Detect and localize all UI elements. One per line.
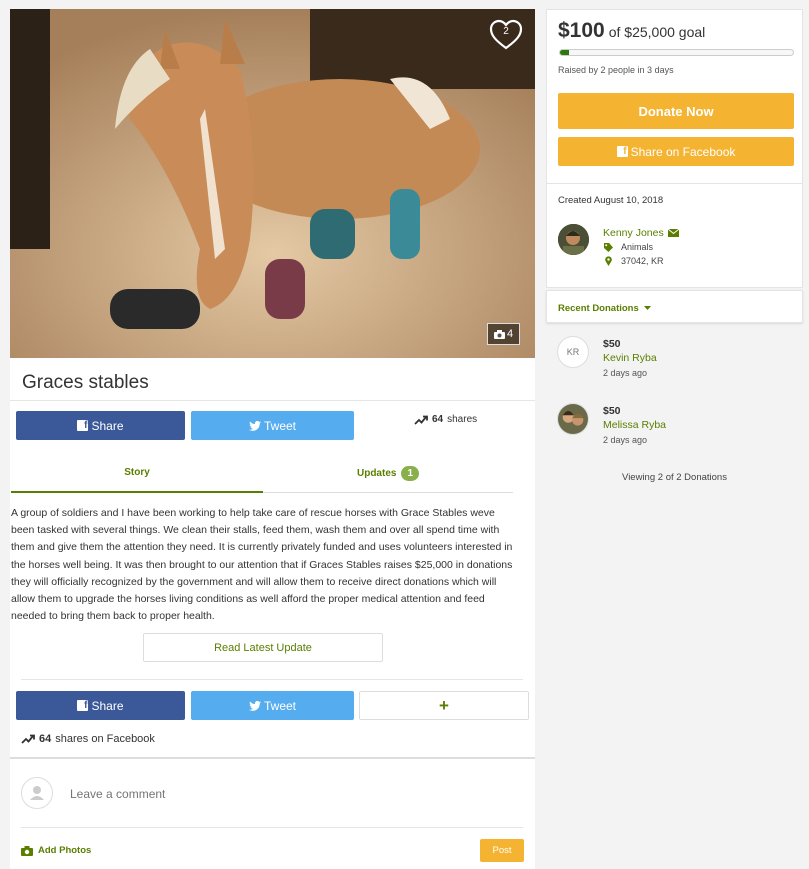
twitter-icon (248, 420, 261, 431)
share-count-suffix: shares (447, 414, 478, 425)
camera-icon (21, 845, 33, 856)
photo-count: 4 (506, 328, 514, 340)
goal-text: of $25,000 goal (608, 24, 706, 40)
organizer-avatar (558, 224, 589, 255)
donation-item: $50 Melissa Ryba 2 days ago (557, 403, 797, 447)
organizer-name-row: Kenny Jones (603, 227, 679, 239)
story-text: A group of soldiers and I have been work… (11, 507, 513, 623)
tweet-button[interactable]: Tweet (191, 411, 354, 440)
donation-amount: $50 (603, 405, 621, 417)
tab-updates-label: Updates (356, 468, 397, 479)
read-latest-update-button[interactable]: Read Latest Update (143, 633, 383, 662)
location-pin-icon (605, 256, 612, 266)
campaign-main-column: 2 4 Graces stables (10, 9, 535, 401)
photo-gallery-button[interactable]: 4 (487, 323, 520, 345)
campaign-photo[interactable]: 2 4 (10, 9, 535, 358)
story-divider (21, 679, 523, 680)
share-count-suffix: shares on Facebook (55, 733, 155, 745)
trending-icon (21, 734, 35, 744)
tag-icon (604, 242, 613, 252)
share-count-top: 64 shares (414, 414, 477, 425)
facebook-share-label: Share (91, 418, 124, 433)
organizer-category-row: Animals (604, 242, 653, 252)
donate-now-button[interactable]: Donate Now (558, 93, 794, 129)
facebook-icon: f (77, 700, 89, 711)
funding-card: $100 of $25,000 goal Raised by 2 people … (546, 9, 803, 184)
campaign-title-box: Graces stables (10, 358, 535, 401)
user-avatar (21, 777, 53, 809)
donation-amount: $50 (603, 338, 621, 350)
add-photos-button[interactable]: Add Photos (21, 845, 91, 856)
favorite-count: 2 (503, 26, 509, 37)
comment-divider (21, 827, 523, 828)
organizer-category: Animals (621, 242, 654, 252)
story-tabs: Story Updates 1 (11, 454, 513, 493)
user-placeholder-icon (30, 786, 44, 800)
funding-amount: $100 of $25,000 goal (558, 19, 705, 43)
tab-story-label: Story (124, 467, 150, 478)
tweet-label: Tweet (263, 418, 296, 433)
funding-progress-bar (559, 49, 794, 56)
facebook-share-label: Share (91, 698, 124, 713)
donor-name: Kevin Ryba (603, 352, 657, 364)
comment-input[interactable] (70, 783, 510, 805)
facebook-share-button[interactable]: f Share (16, 411, 185, 440)
tweet-button-bottom[interactable]: Tweet (191, 691, 354, 720)
envelope-icon[interactable] (667, 229, 679, 237)
favorite-button[interactable]: 2 (489, 19, 523, 51)
donation-time: 2 days ago (603, 435, 648, 445)
recent-donations-header[interactable]: Recent Donations (546, 290, 803, 323)
facebook-icon: f (616, 146, 628, 157)
donation-item: KR $50 Kevin Ryba 2 days ago (557, 336, 797, 380)
share-count-number: 64 (39, 733, 52, 745)
tab-updates[interactable]: Updates 1 (263, 454, 513, 493)
share-on-facebook-label: Share on Facebook (630, 144, 736, 159)
recent-donations-label: Recent Donations (558, 303, 639, 314)
more-share-button[interactable]: + (359, 691, 529, 720)
horse-photo-illustration (10, 9, 535, 358)
organizer-location: 37042, KR (621, 256, 664, 266)
share-count-bottom: 64 shares on Facebook (21, 733, 155, 745)
campaign-title: Graces stables (22, 372, 149, 393)
post-button[interactable]: Post (480, 839, 524, 862)
chevron-down-icon (643, 306, 651, 310)
camera-icon (493, 329, 505, 339)
add-photos-label: Add Photos (38, 845, 92, 856)
donation-time: 2 days ago (603, 368, 648, 378)
comment-section: Add Photos Post (10, 758, 535, 869)
twitter-icon (248, 700, 261, 711)
tab-story[interactable]: Story (11, 454, 263, 493)
trending-icon (414, 415, 428, 425)
updates-count-badge: 1 (401, 466, 419, 481)
donor-photo (558, 404, 588, 434)
tweet-label: Tweet (263, 698, 296, 713)
organizer-card: Created August 10, 2018 Kenny Jones Anim… (546, 184, 803, 288)
share-on-facebook-button[interactable]: f Share on Facebook (558, 137, 794, 166)
donor-avatar: KR (557, 336, 589, 368)
raised-by-text: Raised by 2 people in 3 days (558, 65, 674, 75)
organizer-location-row: 37042, KR (605, 256, 664, 266)
organizer-photo (558, 224, 589, 255)
donor-name: Melissa Ryba (603, 419, 667, 431)
created-date: Created August 10, 2018 (558, 195, 664, 206)
raised-amount: $100 (558, 19, 605, 42)
facebook-icon: f (77, 420, 89, 431)
share-count-number: 64 (432, 414, 444, 425)
recent-donations-title: Recent Donations (558, 303, 651, 314)
facebook-share-button-bottom[interactable]: f Share (16, 691, 185, 720)
viewing-donations-text: Viewing 2 of 2 Donations (622, 472, 727, 483)
donor-avatar (557, 403, 589, 435)
funding-progress-fill (560, 50, 570, 55)
organizer-name[interactable]: Kenny Jones (603, 227, 664, 239)
